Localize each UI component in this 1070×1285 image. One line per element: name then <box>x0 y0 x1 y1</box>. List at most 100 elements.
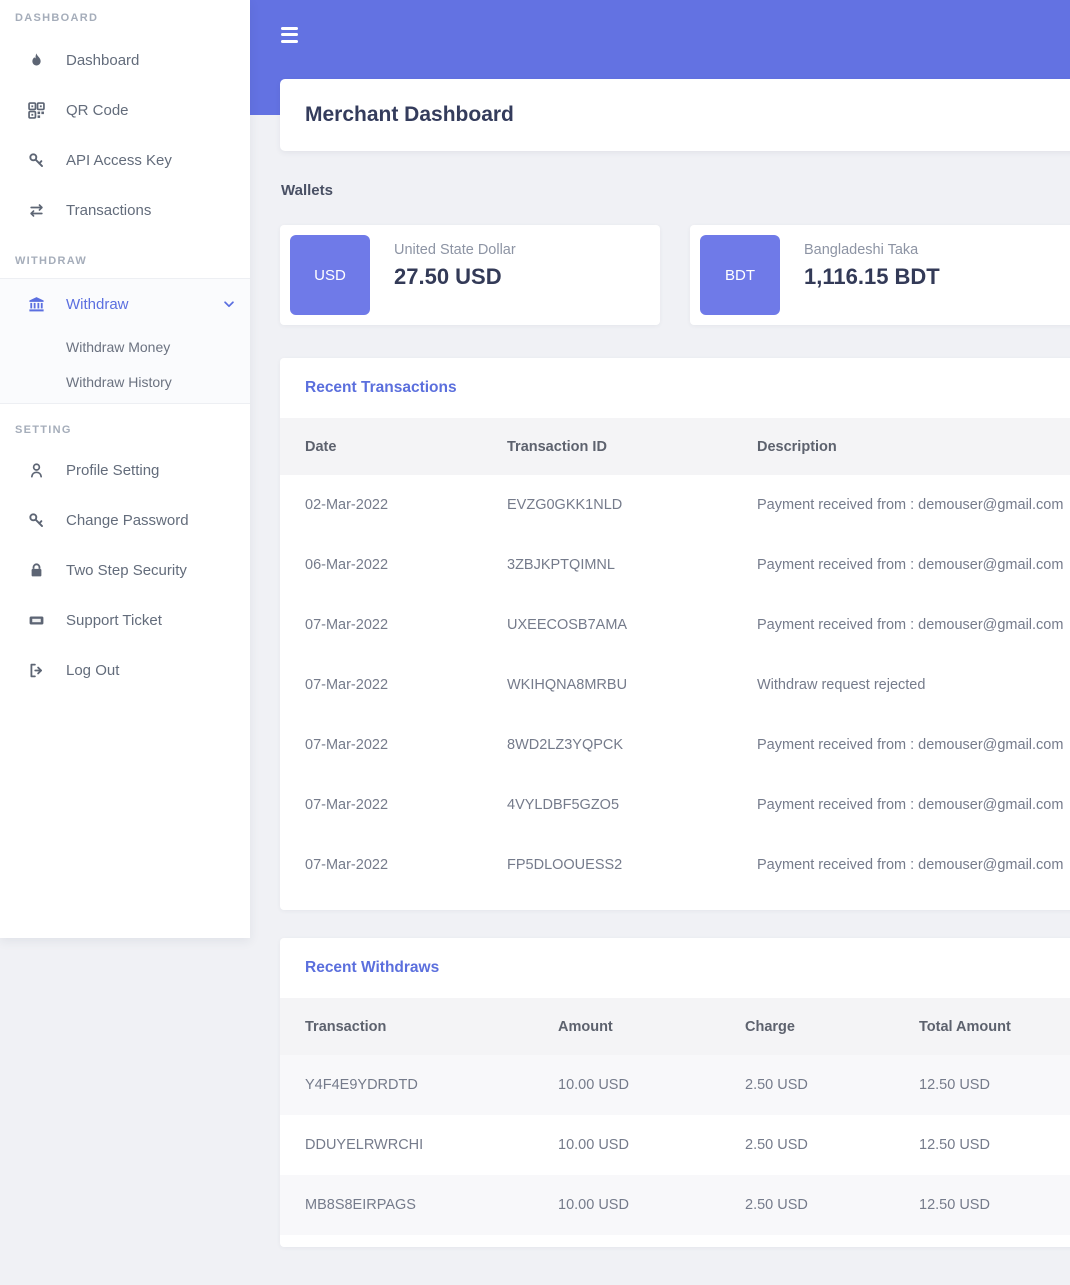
column-header-amount: Amount <box>558 998 745 1055</box>
recent-withdraws-panel: Recent Withdraws Transaction Amount Char… <box>280 938 1070 1247</box>
column-header-charge: Charge <box>745 998 919 1055</box>
sidebar-item-withdraw-money[interactable]: Withdraw Money <box>0 329 250 364</box>
sidebar-item-label: Log Out <box>66 662 119 679</box>
wallets-heading: Wallets <box>281 182 333 199</box>
cell-charge: 2.50 USD <box>745 1175 919 1235</box>
sidebar-item-label: Change Password <box>66 512 189 529</box>
table-row: 07-Mar-2022 UXEECOSB7AMA Payment receive… <box>280 595 1070 655</box>
cell-transaction: DDUYELRWRCHI <box>280 1115 558 1175</box>
cell-transaction: Y4F4E9YDRDTD <box>280 1055 558 1115</box>
cell-transaction-id: WKIHQNA8MRBU <box>507 655 757 715</box>
column-header-transaction-id: Transaction ID <box>507 418 757 475</box>
table-row: 06-Mar-2022 3ZBJKPTQIMNL Payment receive… <box>280 535 1070 595</box>
sidebar-item-label: Two Step Security <box>66 562 187 579</box>
ticket-icon <box>28 612 45 629</box>
table-row: 07-Mar-2022 8WD2LZ3YQPCK Payment receive… <box>280 715 1070 775</box>
column-header-date: Date <box>280 418 507 475</box>
cell-transaction: MB8S8EIRPAGS <box>280 1175 558 1235</box>
key-icon <box>28 152 45 169</box>
cell-charge: 2.50 USD <box>745 1115 919 1175</box>
sidebar-section-label-withdraw: WITHDRAW <box>0 253 250 270</box>
cell-date: 02-Mar-2022 <box>280 475 507 535</box>
recent-withdraws-heading: Recent Withdraws <box>280 938 1070 998</box>
wallet-balance: 1,116.15 BDT <box>804 262 940 292</box>
cell-total-amount: 12.50 USD <box>919 1175 1070 1235</box>
cell-amount: 10.00 USD <box>558 1055 745 1115</box>
currency-badge-usd: USD <box>290 235 370 315</box>
sidebar-group-withdraw: Withdraw Withdraw Money Withdraw History <box>0 278 250 404</box>
recent-transactions-heading: Recent Transactions <box>280 358 1070 418</box>
cell-charge: 2.50 USD <box>745 1055 919 1115</box>
sidebar-section-label-setting: SETTING <box>0 422 250 439</box>
cell-description: Withdraw request rejected <box>757 655 1070 715</box>
wallet-currency-name: Bangladeshi Taka <box>804 241 940 260</box>
cell-amount: 10.00 USD <box>558 1175 745 1235</box>
recent-withdraws-table: Transaction Amount Charge Total Amount Y… <box>280 998 1070 1235</box>
cell-description: Payment received from : demouser@gmail.c… <box>757 775 1070 835</box>
table-row: DDUYELRWRCHI 10.00 USD 2.50 USD 12.50 US… <box>280 1115 1070 1175</box>
sidebar-item-label: Support Ticket <box>66 612 162 629</box>
transactions-icon <box>28 202 45 219</box>
sidebar-section-label-dashboard: DASHBOARD <box>0 10 250 27</box>
table-row: 02-Mar-2022 EVZG0GKK1NLD Payment receive… <box>280 475 1070 535</box>
table-row: 07-Mar-2022 FP5DLOOUESS2 Payment receive… <box>280 835 1070 895</box>
table-row: Y4F4E9YDRDTD 10.00 USD 2.50 USD 12.50 US… <box>280 1055 1070 1115</box>
wallet-card-usd: USD United State Dollar 27.50 USD <box>280 225 660 325</box>
page-title: Merchant Dashboard <box>305 103 514 127</box>
lock-icon <box>28 562 45 579</box>
column-header-description: Description <box>757 418 1070 475</box>
cell-date: 07-Mar-2022 <box>280 715 507 775</box>
cell-description: Payment received from : demouser@gmail.c… <box>757 535 1070 595</box>
table-row: 07-Mar-2022 WKIHQNA8MRBU Withdraw reques… <box>280 655 1070 715</box>
cell-transaction-id: 8WD2LZ3YQPCK <box>507 715 757 775</box>
sidebar-item-api-access-key[interactable]: API Access Key <box>0 135 250 185</box>
sidebar-item-label: API Access Key <box>66 152 172 169</box>
sidebar-item-label: Dashboard <box>66 52 139 69</box>
sidebar-item-qr-code[interactable]: QR Code <box>0 85 250 135</box>
cell-date: 07-Mar-2022 <box>280 595 507 655</box>
sidebar-item-label: Profile Setting <box>66 462 159 479</box>
wallet-info: United State Dollar 27.50 USD <box>394 235 516 315</box>
cell-description: Payment received from : demouser@gmail.c… <box>757 595 1070 655</box>
recent-transactions-panel: Recent Transactions Date Transaction ID … <box>280 358 1070 910</box>
sidebar-item-profile-setting[interactable]: Profile Setting <box>0 445 250 495</box>
cell-total-amount: 12.50 USD <box>919 1055 1070 1115</box>
qr-code-icon <box>28 102 45 119</box>
sidebar-item-withdraw[interactable]: Withdraw <box>0 279 250 329</box>
sidebar-item-two-step-security[interactable]: Two Step Security <box>0 545 250 595</box>
column-header-total-amount: Total Amount <box>919 998 1070 1055</box>
cell-description: Payment received from : demouser@gmail.c… <box>757 475 1070 535</box>
logout-icon <box>28 662 45 679</box>
recent-transactions-table: Date Transaction ID Description 02-Mar-2… <box>280 418 1070 895</box>
cell-date: 06-Mar-2022 <box>280 535 507 595</box>
key-icon <box>28 512 45 529</box>
table-row: 07-Mar-2022 4VYLDBF5GZO5 Payment receive… <box>280 775 1070 835</box>
bank-icon <box>28 296 45 313</box>
table-row: MB8S8EIRPAGS 10.00 USD 2.50 USD 12.50 US… <box>280 1175 1070 1235</box>
sidebar-item-label: Withdraw <box>66 296 129 313</box>
sidebar-item-label: Transactions <box>66 202 151 219</box>
wallet-card-bdt: BDT Bangladeshi Taka 1,116.15 BDT <box>690 225 1070 325</box>
sidebar: DASHBOARD Dashboard QR Code <box>0 0 250 938</box>
column-header-transaction: Transaction <box>280 998 558 1055</box>
sidebar-item-withdraw-history[interactable]: Withdraw History <box>0 364 250 399</box>
sidebar-item-log-out[interactable]: Log Out <box>0 645 250 695</box>
cell-transaction-id: UXEECOSB7AMA <box>507 595 757 655</box>
page-title-card: Merchant Dashboard <box>280 79 1070 151</box>
sidebar-item-change-password[interactable]: Change Password <box>0 495 250 545</box>
cell-description: Payment received from : demouser@gmail.c… <box>757 715 1070 775</box>
cell-description: Payment received from : demouser@gmail.c… <box>757 835 1070 895</box>
sidebar-item-support-ticket[interactable]: Support Ticket <box>0 595 250 645</box>
flame-icon <box>28 52 45 69</box>
table-header-row: Date Transaction ID Description <box>280 418 1070 475</box>
cell-total-amount: 12.50 USD <box>919 1115 1070 1175</box>
hamburger-icon[interactable] <box>281 27 298 46</box>
sidebar-item-transactions[interactable]: Transactions <box>0 185 250 235</box>
cell-transaction-id: 4VYLDBF5GZO5 <box>507 775 757 835</box>
cell-date: 07-Mar-2022 <box>280 835 507 895</box>
cell-transaction-id: EVZG0GKK1NLD <box>507 475 757 535</box>
wallet-balance: 27.50 USD <box>394 262 516 292</box>
cell-transaction-id: FP5DLOOUESS2 <box>507 835 757 895</box>
sidebar-item-dashboard[interactable]: Dashboard <box>0 35 250 85</box>
cell-transaction-id: 3ZBJKPTQIMNL <box>507 535 757 595</box>
